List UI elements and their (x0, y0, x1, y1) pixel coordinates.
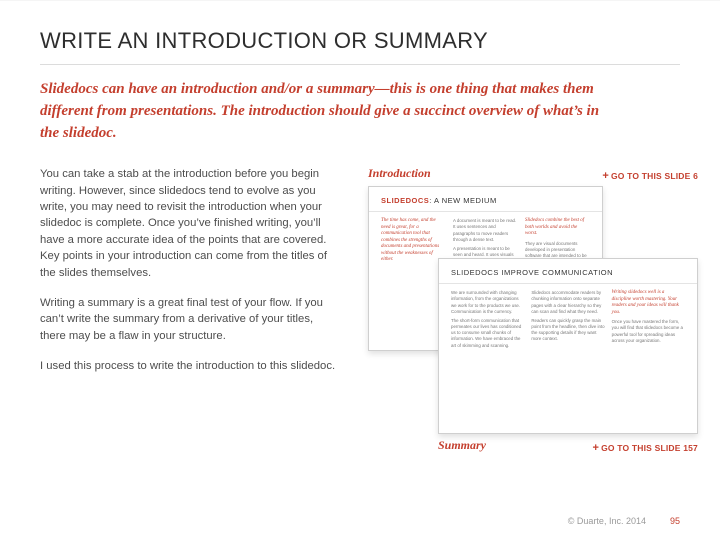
introduction-label: Introduction (368, 166, 431, 181)
go-link-text: GO TO THIS SLIDE 6 (611, 171, 698, 181)
body-p1: You can take a stab at the introduction … (40, 166, 340, 281)
go-to-slide-157-link[interactable]: +GO TO THIS SLIDE 157 (592, 443, 698, 453)
body-copy: You can take a stab at the introduction … (40, 166, 340, 388)
copyright: © Duarte, Inc. 2014 (568, 516, 646, 526)
summary-label: Summary (438, 438, 486, 453)
summary-slide-thumbnail: SLIDEDOCS IMPROVE COMMUNICATION We are s… (438, 258, 698, 434)
lede-paragraph: Slidedocs can have an introduction and/o… (40, 79, 600, 144)
thumb-a-title-suffix: : A NEW MEDIUM (429, 196, 496, 205)
page-number: 95 (670, 516, 680, 526)
plus-icon: + (592, 442, 599, 454)
plus-icon: + (602, 170, 609, 182)
thumb-a-title-prefix: SLIDEDOCS (381, 196, 429, 205)
page-title: WRITE AN INTRODUCTION OR SUMMARY (40, 28, 680, 65)
go-link-text: GO TO THIS SLIDE 157 (601, 443, 698, 453)
body-p3: I used this process to write the introdu… (40, 358, 340, 374)
body-p2: Writing a summary is a great final test … (40, 295, 340, 344)
go-to-slide-6-link[interactable]: +GO TO THIS SLIDE 6 (602, 171, 698, 181)
thumb-b-title: SLIDEDOCS IMPROVE COMMUNICATION (439, 259, 697, 284)
